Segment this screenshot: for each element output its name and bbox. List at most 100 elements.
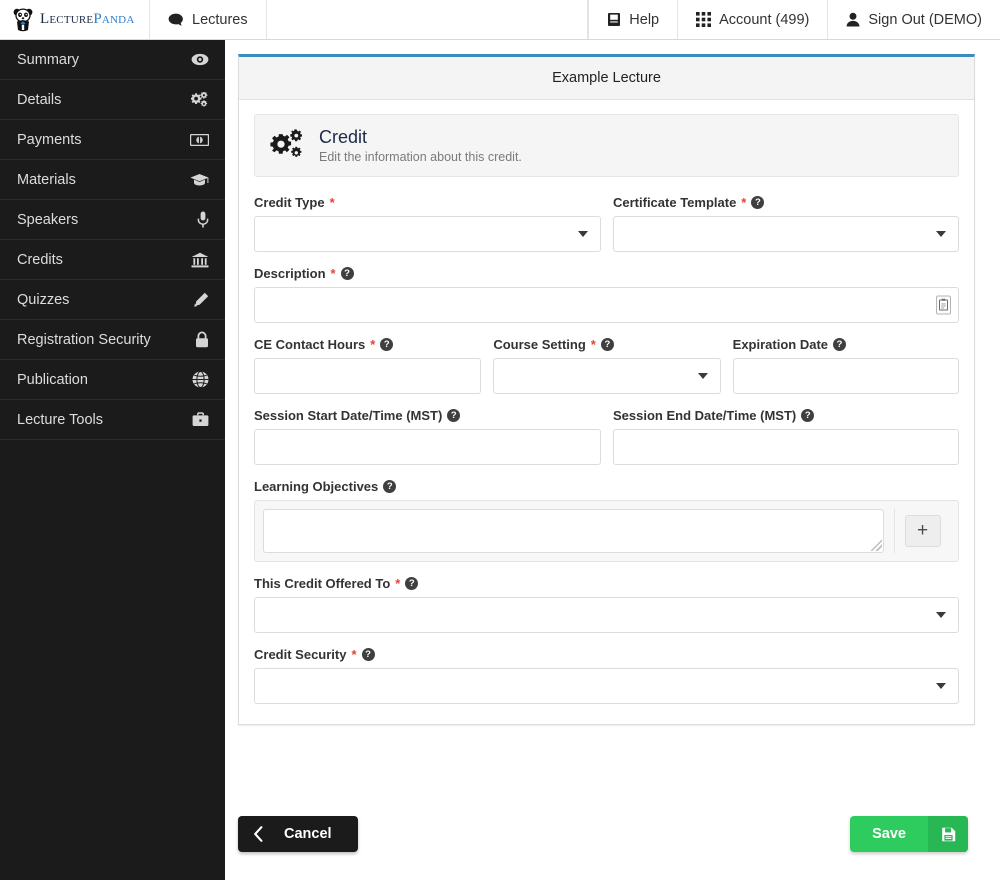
- brand-logo[interactable]: LecturePanda: [0, 0, 150, 39]
- brand-word-2: Panda: [93, 11, 135, 27]
- briefcase-icon: [192, 412, 209, 427]
- nav-item-account[interactable]: Account (499): [677, 0, 827, 39]
- label-learning-objectives: Learning Objectives ?: [254, 479, 959, 494]
- resize-grip-icon[interactable]: [871, 539, 882, 551]
- form-row-5: Learning Objectives ? +: [254, 479, 959, 562]
- sidebar-item-lecture-tools[interactable]: Lecture Tools: [0, 400, 225, 440]
- nav-label-help: Help: [629, 11, 660, 28]
- panda-logo-icon: [12, 7, 34, 32]
- sidebar: Summary Details Payments Materials Speak…: [0, 40, 225, 880]
- learning-objectives-box: +: [254, 499, 959, 562]
- course-setting-select[interactable]: [493, 357, 721, 394]
- sidebar-item-payments[interactable]: Payments: [0, 120, 225, 160]
- sidebar-item-speakers[interactable]: Speakers: [0, 200, 225, 240]
- nav-label-account: Account (499): [719, 11, 810, 28]
- field-ce-contact-hours: CE Contact Hours * ?: [254, 337, 482, 394]
- sidebar-label-credits: Credits: [17, 251, 63, 268]
- sidebar-item-summary[interactable]: Summary: [0, 40, 225, 80]
- label-session-end: Session End Date/Time (MST) ?: [613, 408, 959, 423]
- money-icon: [190, 133, 209, 146]
- footer-actions: Cancel Save: [238, 816, 975, 876]
- brand-word-1: Lecture: [40, 11, 94, 27]
- gears-icon: [191, 91, 209, 108]
- required-marker: *: [370, 336, 376, 352]
- label-text-expiration-date: Expiration Date: [732, 336, 829, 352]
- sidebar-label-publication: Publication: [17, 371, 88, 388]
- learning-objectives-right: +: [895, 509, 950, 553]
- description-input[interactable]: [254, 286, 959, 323]
- nav-item-lectures[interactable]: Lectures: [150, 0, 267, 39]
- form-row-2: Description * ?: [254, 266, 959, 323]
- sidebar-label-speakers: Speakers: [17, 211, 79, 228]
- field-certificate-template: Certificate Template * ?: [613, 195, 959, 252]
- field-session-end: Session End Date/Time (MST) ?: [613, 408, 959, 465]
- help-icon[interactable]: ?: [340, 266, 354, 280]
- required-marker: *: [395, 575, 401, 591]
- globe-icon: [192, 371, 209, 388]
- credit-panel: Example Lecture Credit Edit the informat…: [238, 54, 975, 725]
- user-icon: [846, 12, 860, 27]
- learning-objectives-textarea[interactable]: [263, 508, 884, 553]
- floppy-disk-icon: [928, 816, 968, 852]
- help-icon[interactable]: ?: [405, 576, 419, 590]
- help-icon[interactable]: ?: [447, 408, 461, 422]
- help-icon[interactable]: ?: [833, 337, 847, 351]
- nav-label-lectures: Lectures: [192, 11, 248, 28]
- label-credit-type: Credit Type *: [254, 195, 601, 210]
- sidebar-item-materials[interactable]: Materials: [0, 160, 225, 200]
- certificate-template-select[interactable]: [613, 215, 959, 252]
- expiration-date-input[interactable]: [732, 357, 959, 394]
- header-spacer: [267, 0, 589, 39]
- offered-to-select[interactable]: [254, 596, 959, 633]
- label-expiration-date: Expiration Date ?: [733, 337, 959, 352]
- lock-icon: [195, 331, 209, 348]
- nav-item-sign-out[interactable]: Sign Out (DEMO): [827, 0, 1000, 39]
- help-icon[interactable]: ?: [600, 337, 614, 351]
- form-row-3: CE Contact Hours* ? Course Setting* ?: [254, 337, 959, 394]
- save-button[interactable]: Save: [850, 816, 968, 852]
- label-credit-security: Credit Security * ?: [254, 647, 959, 662]
- help-icon[interactable]: ?: [801, 408, 815, 422]
- required-marker: *: [741, 194, 747, 210]
- eye-icon: [191, 53, 209, 66]
- credit-security-select[interactable]: [254, 667, 959, 704]
- form-row-1: Credit Type * Certificate Template * ?: [254, 195, 959, 252]
- help-icon[interactable]: ?: [361, 647, 375, 661]
- nav-item-help[interactable]: Help: [588, 0, 677, 39]
- comment-icon: [168, 13, 184, 27]
- label-text-ce-contact-hours: CE Contact Hours: [254, 336, 366, 352]
- label-text-session-end: Session End Date/Time (MST): [613, 407, 797, 423]
- app-root: LecturePanda Lectures Help Account (499)…: [0, 0, 1000, 880]
- field-offered-to: This Credit Offered To * ?: [254, 576, 959, 633]
- sidebar-item-quizzes[interactable]: Quizzes: [0, 280, 225, 320]
- required-marker: *: [351, 646, 357, 662]
- session-end-input[interactable]: [613, 428, 959, 465]
- label-text-offered-to: This Credit Offered To: [254, 575, 391, 591]
- sidebar-item-registration-security[interactable]: Registration Security: [0, 320, 225, 360]
- help-icon[interactable]: ?: [383, 479, 397, 493]
- field-expiration-date: Expiration Date ?: [732, 337, 959, 394]
- required-marker: *: [590, 336, 596, 352]
- clipboard-icon[interactable]: [936, 295, 951, 315]
- field-credit-security: Credit Security * ?: [254, 647, 959, 704]
- help-icon[interactable]: ?: [380, 337, 394, 351]
- cancel-button-label: Cancel: [284, 826, 332, 842]
- save-button-label: Save: [872, 826, 906, 842]
- sidebar-item-publication[interactable]: Publication: [0, 360, 225, 400]
- label-course-setting: Course Setting * ?: [493, 337, 720, 352]
- credit-type-select[interactable]: [254, 215, 601, 252]
- microphone-icon: [197, 211, 209, 228]
- sidebar-item-details[interactable]: Details: [0, 80, 225, 120]
- book-icon: [607, 12, 621, 27]
- bank-icon: [191, 252, 209, 268]
- sidebar-item-credits[interactable]: Credits: [0, 240, 225, 280]
- help-icon[interactable]: ?: [751, 195, 765, 209]
- label-text-course-setting: Course Setting: [493, 336, 586, 352]
- credit-section-text: Credit Edit the information about this c…: [319, 127, 522, 164]
- session-start-input[interactable]: [254, 428, 601, 465]
- ce-contact-hours-input[interactable]: [254, 357, 482, 394]
- required-marker: *: [330, 265, 336, 281]
- add-objective-button[interactable]: +: [904, 514, 941, 547]
- cancel-button[interactable]: Cancel: [238, 816, 358, 852]
- label-ce-contact-hours: CE Contact Hours * ?: [254, 337, 481, 352]
